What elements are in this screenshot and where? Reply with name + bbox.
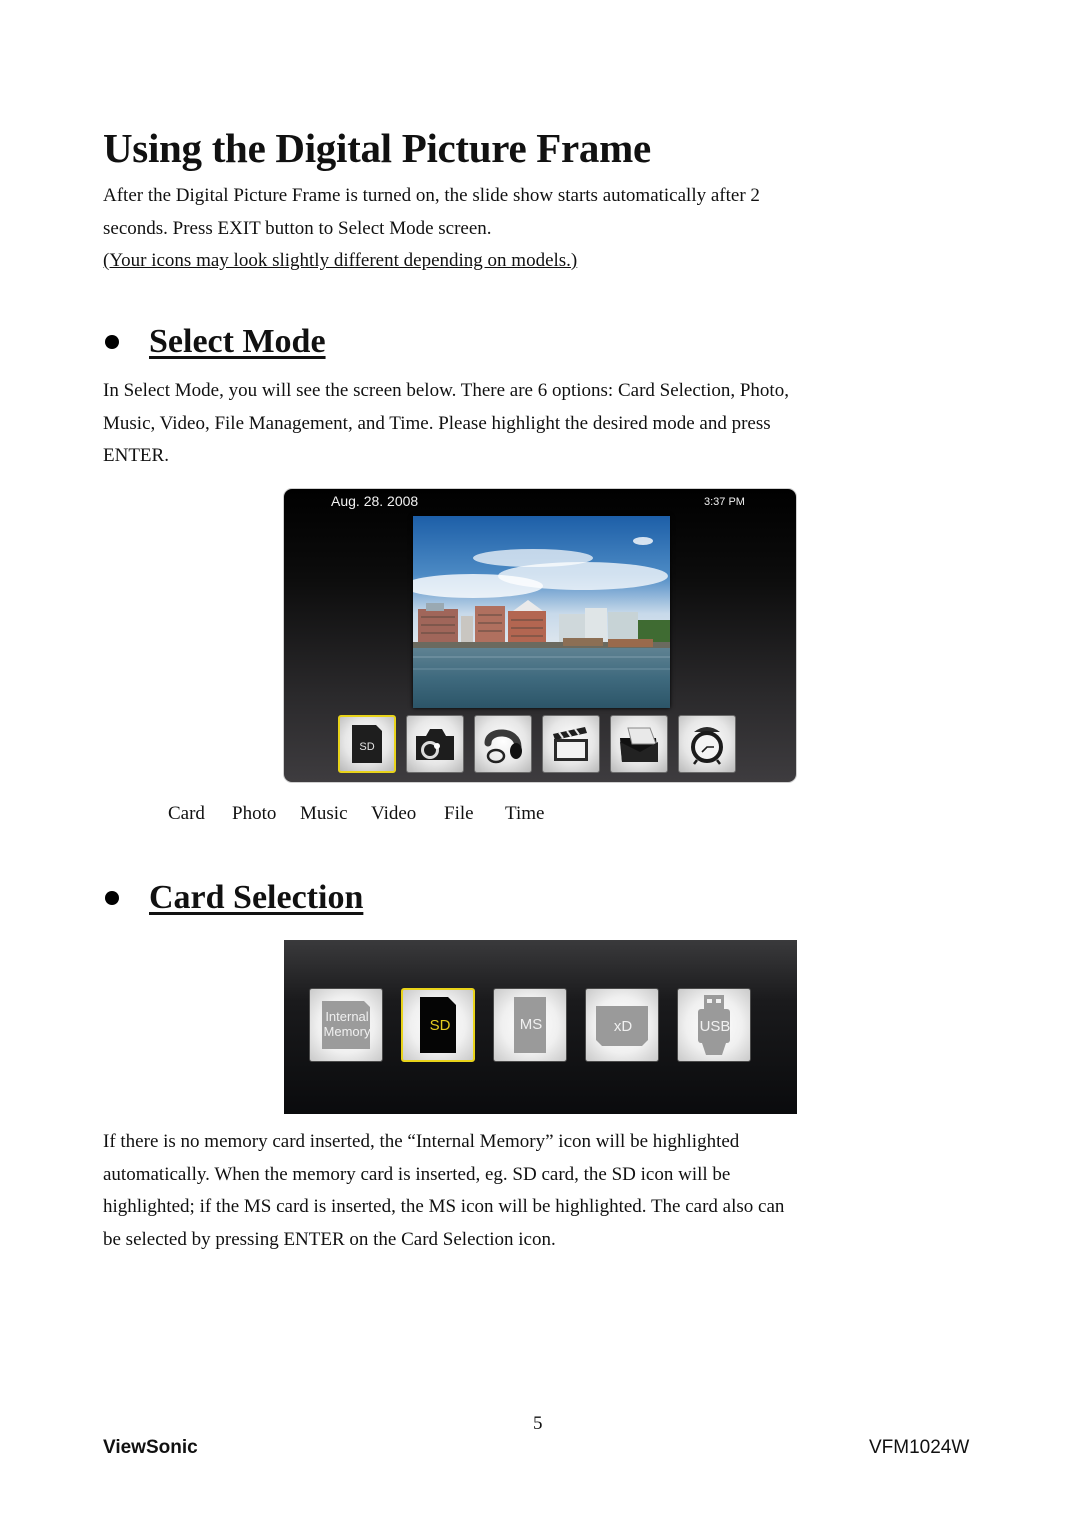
clapperboard-icon (553, 727, 588, 761)
intro-line: After the Digital Picture Frame is turne… (103, 185, 760, 206)
headphones-icon (484, 729, 522, 764)
select-mode-paragraph: In Select Mode, you will see the screen … (103, 375, 903, 473)
bullet-icon (105, 891, 119, 905)
card-selection-line: If there is no memory card inserted, the… (103, 1131, 740, 1152)
footer-brand: ViewSonic (103, 1437, 198, 1458)
card-selection-screenshot: Internal Memory SD MS xD USB (284, 940, 797, 1114)
mode-time-button[interactable] (678, 715, 736, 773)
card-usb-button[interactable]: USB (677, 988, 751, 1062)
camera-icon (416, 729, 454, 760)
footer-model: VFM1024W (869, 1437, 970, 1458)
ms-label: MS (519, 1016, 543, 1033)
select-mode-screenshot: Aug. 28. 2008 3:37 PM SD (283, 488, 797, 783)
card-selection-line: automatically. When the memory card is i… (103, 1163, 731, 1185)
card-xd-button[interactable]: xD (585, 988, 659, 1062)
screen-time: 3:37 PM (704, 496, 745, 508)
card-selection-heading: Card Selection (103, 876, 363, 920)
usb-label: USB (699, 1018, 731, 1035)
card-selection-paragraph: If there is no memory card inserted, the… (103, 1126, 903, 1256)
select-mode-heading-text: Select Mode (149, 323, 326, 360)
mode-label-photo: Photo (232, 803, 277, 824)
mode-video-button[interactable] (542, 715, 600, 773)
card-sd-button[interactable]: SD (401, 988, 475, 1062)
select-mode-heading: Select Mode (103, 320, 326, 364)
card-selection-line: be selected by pressing ENTER on the Car… (103, 1228, 556, 1250)
page-number: 5 (533, 1413, 543, 1434)
slideshow-photo (413, 516, 670, 708)
mode-label-video: Video (371, 803, 417, 824)
internal-memory-label-2: Memory (323, 1024, 371, 1039)
card-icon-row: Internal Memory SD MS xD USB (309, 988, 751, 1062)
select-mode-line: Music, Video, File Management, and Time.… (103, 412, 771, 434)
intro-line: seconds. Press EXIT button to Select Mod… (103, 217, 492, 239)
intro-note: (Your icons may look slightly different … (103, 250, 578, 271)
waterfront-city-photo (413, 516, 670, 708)
mode-label-music: Music (300, 803, 348, 824)
mode-label-time: Time (505, 803, 545, 824)
select-mode-line: In Select Mode, you will see the screen … (103, 380, 789, 401)
card-ms-button[interactable]: MS (493, 988, 567, 1062)
mode-card-button[interactable]: SD (338, 715, 396, 773)
sd-label: SD (429, 1017, 451, 1034)
alarm-clock-icon (691, 727, 723, 765)
card-selection-line: highlighted; if the MS card is inserted,… (103, 1196, 785, 1217)
screen-date: Aug. 28. 2008 (331, 493, 419, 509)
card-internal-memory-button[interactable]: Internal Memory (309, 988, 383, 1062)
card-selection-heading-text: Card Selection (149, 879, 364, 916)
mode-file-button[interactable] (610, 715, 668, 773)
page-title: Using the Digital Picture Frame (103, 125, 651, 171)
bullet-icon (105, 335, 119, 349)
folder-icon (620, 727, 658, 762)
mode-label-file: File (444, 803, 474, 824)
mode-music-button[interactable] (474, 715, 532, 773)
mode-photo-button[interactable] (406, 715, 464, 773)
sd-glyph: SD (359, 741, 374, 753)
xd-label: xD (613, 1018, 633, 1035)
mode-label-card: Card (168, 803, 205, 824)
select-mode-line: ENTER. (103, 445, 169, 466)
intro-paragraph: After the Digital Picture Frame is turne… (103, 180, 903, 278)
mode-icon-row: SD (338, 715, 736, 773)
internal-memory-label-1: Internal (325, 1009, 369, 1024)
sd-card-icon: SD (352, 725, 382, 763)
